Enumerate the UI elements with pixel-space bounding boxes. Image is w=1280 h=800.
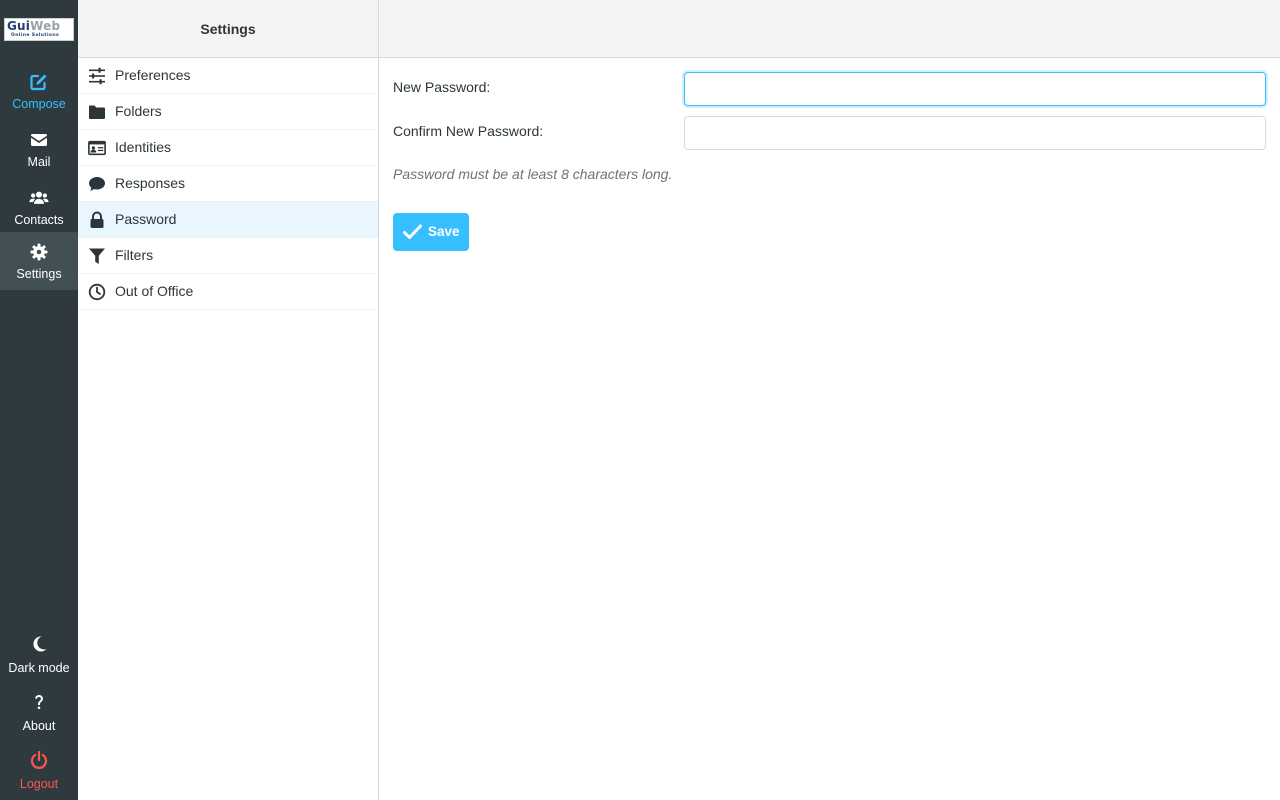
settings-item-label: Password: [115, 211, 177, 227]
question-icon: [35, 694, 43, 709]
filter-icon: [89, 248, 105, 264]
settings-item-password[interactable]: Password: [78, 202, 378, 238]
settings-item-label: Responses: [115, 175, 186, 191]
nav-compose-label: Compose: [12, 97, 66, 111]
save-button-label: Save: [428, 224, 460, 239]
content-header: [379, 0, 1280, 58]
folder-icon: [89, 105, 105, 119]
confirm-password-input[interactable]: [684, 116, 1266, 150]
clock-icon: [88, 283, 106, 301]
nav-contacts-button[interactable]: Contacts: [0, 178, 78, 236]
save-button[interactable]: Save: [393, 213, 469, 251]
logo: GuiWeb Online Solutions: [4, 18, 74, 41]
new-password-label: New Password:: [393, 79, 491, 95]
gear-icon: [30, 243, 48, 261]
settings-item-folders[interactable]: Folders: [78, 94, 378, 130]
sliders-icon: [89, 67, 105, 85]
settings-item-label: Out of Office: [115, 283, 194, 299]
comment-icon: [89, 177, 105, 191]
dark-mode-button[interactable]: Dark mode: [0, 626, 78, 684]
lock-icon: [90, 211, 104, 228]
settings-panel: Settings Preferences Folders Identities …: [78, 0, 379, 800]
settings-item-label: Filters: [115, 247, 154, 263]
compose-icon: [30, 74, 47, 91]
new-password-input[interactable]: [684, 72, 1266, 106]
settings-item-responses[interactable]: Responses: [78, 166, 378, 202]
logo-tagline: Online Solutions: [11, 33, 60, 38]
about-button[interactable]: About: [0, 684, 78, 742]
settings-item-label: Folders: [115, 103, 162, 119]
nav-compose-button[interactable]: Compose: [0, 62, 78, 120]
nav-mail-label: Mail: [27, 155, 51, 169]
users-icon: [29, 191, 49, 204]
settings-panel-title: Settings: [78, 0, 378, 58]
nav-settings-label: Settings: [16, 267, 62, 281]
logout-button[interactable]: Logout: [0, 742, 78, 800]
nav-settings-button[interactable]: Settings: [0, 232, 78, 290]
nav-contacts-label: Contacts: [14, 213, 64, 227]
id-card-icon: [88, 140, 106, 156]
settings-item-filters[interactable]: Filters: [78, 238, 378, 274]
settings-item-preferences[interactable]: Preferences: [78, 58, 378, 94]
settings-item-label: Identities: [115, 139, 172, 155]
about-label: About: [22, 719, 56, 733]
logo-text: GuiWeb: [7, 19, 61, 33]
settings-item-out-of-office[interactable]: Out of Office: [78, 274, 378, 310]
confirm-password-label: Confirm New Password:: [393, 123, 544, 139]
power-icon: [30, 750, 48, 769]
envelope-icon: [31, 134, 47, 146]
moon-icon: [33, 636, 47, 652]
nav-rail: GuiWeb Online Solutions Compose Mail Con…: [0, 0, 78, 800]
logout-label: Logout: [19, 777, 59, 791]
nav-mail-button[interactable]: Mail: [0, 120, 78, 178]
content-area: New Password: Confirm New Password: Pass…: [379, 0, 1280, 800]
password-hint: Password must be at least 8 characters l…: [393, 166, 673, 182]
dark-mode-label: Dark mode: [8, 661, 70, 675]
check-icon: [403, 224, 422, 239]
settings-item-identities[interactable]: Identities: [78, 130, 378, 166]
settings-item-label: Preferences: [115, 67, 191, 83]
